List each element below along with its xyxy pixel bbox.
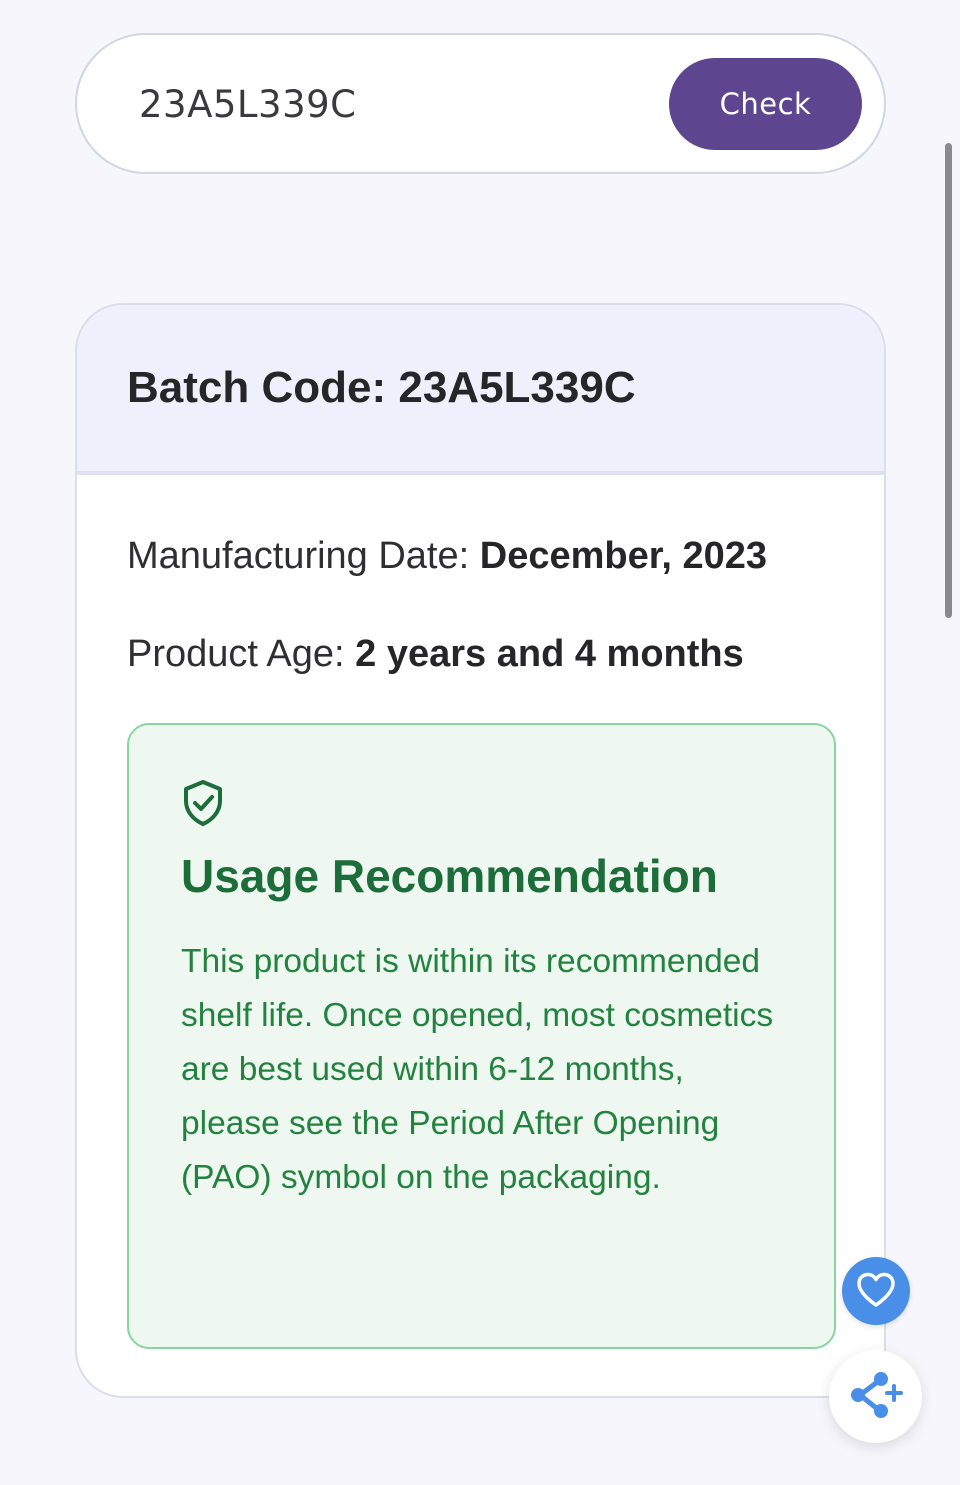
manufacturing-date: Manufacturing Date: December, 2023	[127, 535, 767, 578]
product-age-value: 2 years and 4 months	[355, 633, 744, 675]
batch-code-input[interactable]	[139, 69, 659, 139]
check-button[interactable]: Check	[669, 58, 862, 150]
heart-icon	[856, 1272, 896, 1311]
result-card: Batch Code: 23A5L339C Manufacturing Date…	[75, 303, 886, 1398]
product-age-label: Product Age:	[127, 633, 345, 675]
shield-check-icon	[181, 779, 225, 827]
favorite-button[interactable]	[842, 1257, 910, 1325]
manufacturing-date-value: December, 2023	[479, 535, 768, 577]
share-button[interactable]	[829, 1350, 922, 1443]
manufacturing-date-label: Manufacturing Date:	[127, 535, 470, 577]
share-plus-icon	[848, 1370, 904, 1423]
search-bar: Check	[75, 33, 886, 174]
batch-code-title: Batch Code: 23A5L339C	[127, 363, 636, 412]
product-age: Product Age: 2 years and 4 months	[127, 633, 744, 676]
recommendation-title: Usage Recommendation	[181, 850, 718, 902]
page: Check Batch Code: 23A5L339C Manufacturin…	[0, 0, 960, 1485]
card-header: Batch Code: 23A5L339C	[77, 305, 884, 475]
usage-recommendation-box: Usage Recommendation This product is wit…	[127, 723, 836, 1349]
scrollbar-thumb[interactable]	[945, 143, 952, 618]
recommendation-text: This product is within its recommended s…	[181, 943, 774, 1196]
